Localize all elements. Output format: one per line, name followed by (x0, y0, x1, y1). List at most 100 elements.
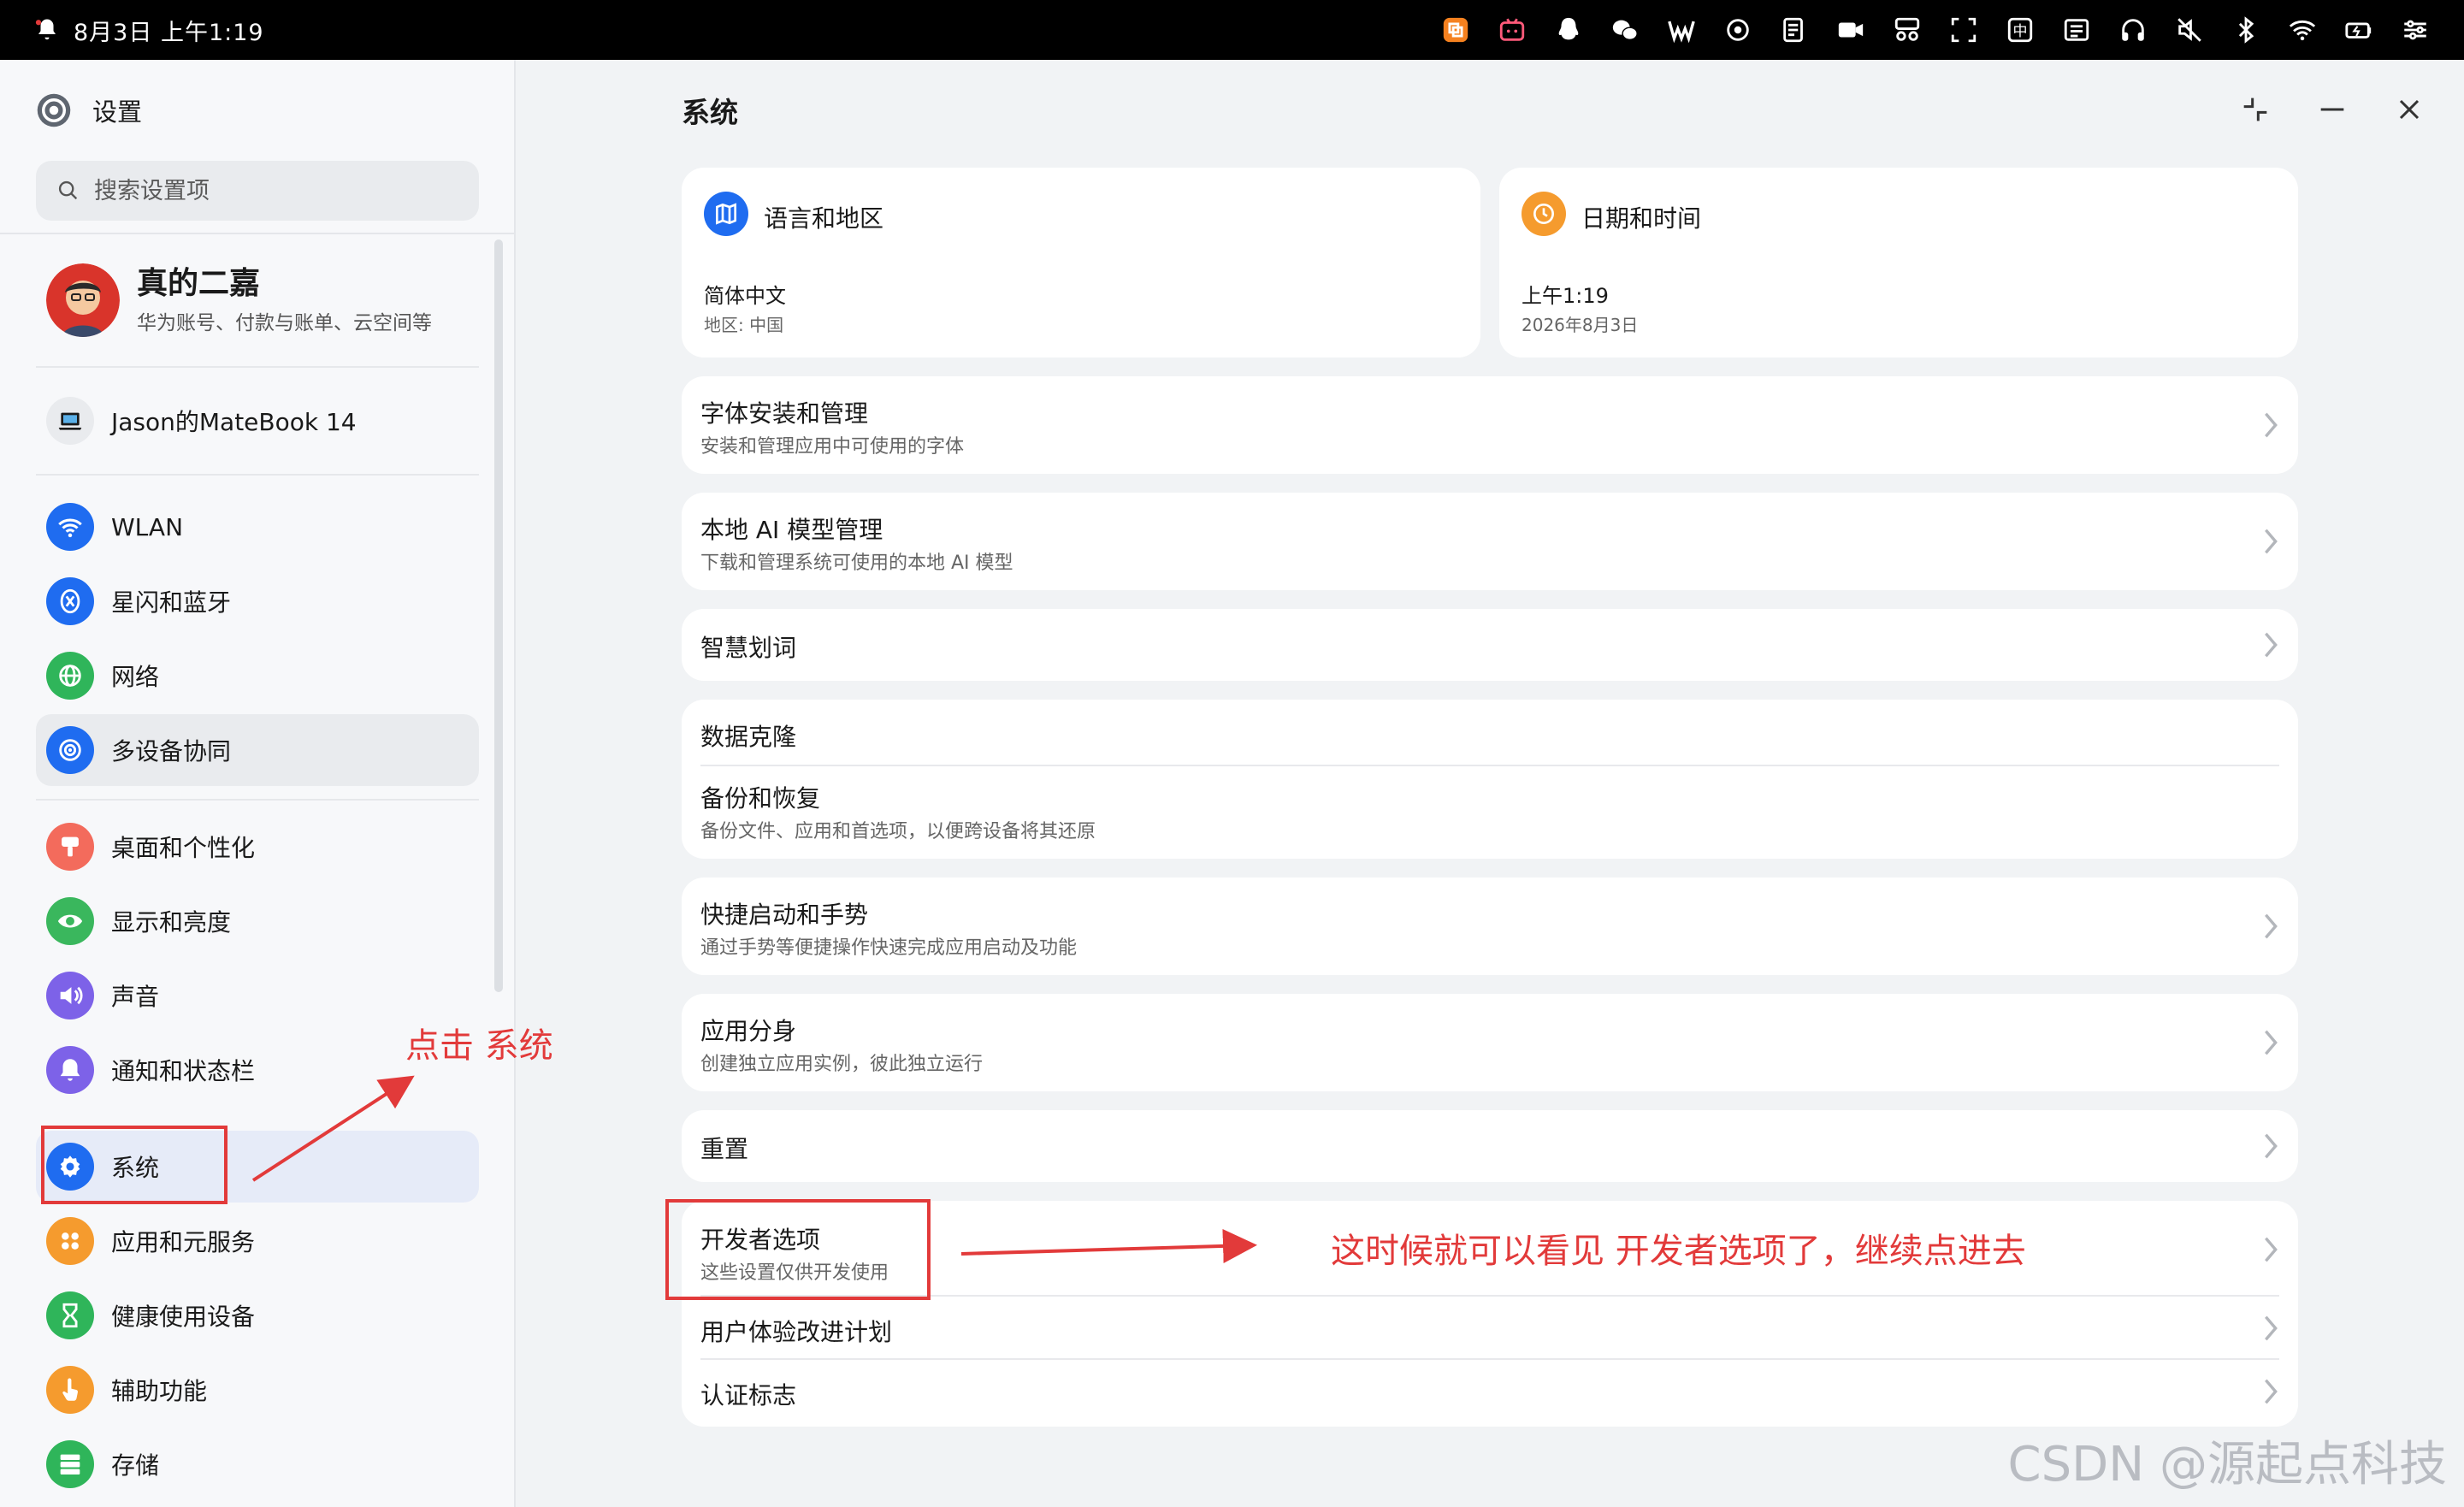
sidebar-item-health[interactable]: 健康使用设备 (36, 1279, 479, 1351)
sidebar-item-label: 多设备协同 (111, 737, 232, 765)
language-value: 简体中文 (704, 284, 786, 308)
search-icon (58, 180, 78, 200)
sidebar-item-display[interactable]: 显示和亮度 (36, 885, 479, 957)
gestures-title: 快捷启动和手势 (700, 901, 869, 929)
gestures-row[interactable]: 快捷启动和手势 通过手势等便捷操作快速完成应用启动及功能 (682, 878, 2298, 975)
mute-icon[interactable] (2175, 15, 2204, 44)
video-icon[interactable] (1836, 15, 1865, 44)
data-group-card: 数据克隆 备份和恢复 备份文件、应用和首选项，以便跨设备将其还原 (682, 700, 2298, 859)
account-entry[interactable]: 真的二嘉 华为账号、付款与账单、云空间等 (46, 263, 432, 337)
wifi-icon (46, 503, 94, 551)
sidebar-item-multi-device[interactable]: 多设备协同 (36, 714, 479, 786)
restore-window-icon[interactable] (2238, 92, 2272, 127)
sidebar-item-label: 存储 (111, 1451, 160, 1480)
qq-icon[interactable] (1554, 15, 1583, 44)
globe-icon (46, 652, 94, 700)
certification-title: 认证标志 (700, 1381, 797, 1409)
backup-title[interactable]: 备份和恢复 (700, 780, 820, 814)
sidebar-item-wlan[interactable]: WLAN (36, 491, 479, 563)
screenshot-icon[interactable] (1949, 15, 1978, 44)
app-header: 设置 (36, 92, 142, 128)
ai-model-title: 本地 AI 模型管理 (700, 516, 883, 544)
sidebar-item-label: 辅助功能 (111, 1377, 208, 1405)
bluetooth-icon[interactable] (2231, 15, 2260, 44)
sidebar-item-personalization[interactable]: 桌面和个性化 (36, 811, 479, 883)
device-label: Jason的MateBook 14 (111, 408, 357, 436)
sidebar-item-accessibility[interactable]: 辅助功能 (36, 1354, 479, 1426)
sidebar-divider (0, 233, 514, 234)
date-time-title: 日期和时间 (1581, 204, 1702, 233)
chevron-right-icon (2265, 1315, 2278, 1341)
ux-plan-row[interactable]: 用户体验改进计划 (682, 1297, 2298, 1358)
wps-icon[interactable] (1667, 15, 1696, 44)
scissors-icon[interactable] (1893, 15, 1922, 44)
chevron-right-icon (2265, 632, 2278, 658)
app-twin-sub: 创建独立应用实例，彼此独立运行 (700, 1054, 984, 1075)
minimize-window-icon[interactable] (2315, 92, 2349, 127)
certification-row[interactable]: 认证标志 (682, 1360, 2298, 1425)
status-bar: 8月3日 上午1:19 中 (0, 0, 2464, 60)
map-icon (704, 192, 748, 236)
sidebar-item-label: 星闪和蓝牙 (111, 588, 232, 617)
ai-model-row[interactable]: 本地 AI 模型管理 下载和管理系统可使用的本地 AI 模型 (682, 493, 2298, 590)
fonts-row[interactable]: 字体安装和管理 安装和管理应用中可使用的字体 (682, 376, 2298, 474)
chevron-right-icon (2265, 913, 2278, 939)
wifi-icon[interactable] (2288, 15, 2317, 44)
sidebar-item-network[interactable]: 网络 (36, 640, 479, 712)
smart-words-row[interactable]: 智慧划词 (682, 609, 2298, 681)
controls-icon[interactable] (2401, 15, 2430, 44)
settings-sync-icon[interactable] (1723, 15, 1752, 44)
search-box[interactable] (36, 161, 479, 221)
sidebar-scrollbar[interactable] (494, 239, 503, 992)
app-twin-title: 应用分身 (700, 1017, 797, 1045)
wps-office-icon[interactable] (1441, 15, 1470, 44)
wechat-icon[interactable] (1610, 15, 1640, 44)
chevron-right-icon (2265, 529, 2278, 554)
system-tray: 中 (1441, 0, 2430, 60)
annotation-click-system: 点击 系统 (405, 1026, 553, 1066)
gestures-sub: 通过手势等便捷操作快速完成应用启动及功能 (700, 937, 1078, 959)
laptop-icon (46, 397, 94, 445)
sidebar-item-label: 应用和元服务 (111, 1228, 256, 1256)
bell-icon (46, 1046, 94, 1094)
data-clone-row[interactable]: 数据克隆 (700, 718, 796, 753)
device-entry[interactable]: Jason的MateBook 14 (46, 397, 357, 445)
clock-icon (1522, 192, 1566, 236)
headphones-icon[interactable] (2118, 15, 2148, 44)
sidebar-item-bluetooth[interactable]: 星闪和蓝牙 (36, 565, 479, 637)
annotation-see-developer: 这时候就可以看见 开发者选项了，继续点进去 (1331, 1232, 2026, 1271)
sidebar-item-storage[interactable]: 存储 (36, 1428, 479, 1500)
sidebar-separator (36, 366, 479, 368)
sidebar-item-label: 显示和亮度 (111, 908, 232, 937)
notification-bell-icon[interactable] (34, 17, 60, 43)
close-window-icon[interactable] (2392, 92, 2426, 127)
sidebar-separator (36, 799, 479, 801)
date-time-card[interactable]: 日期和时间 上午1:19 2026年8月3日 (1499, 168, 2298, 358)
watermark: CSDN @源起点科技 (2007, 1437, 2447, 1492)
chevron-right-icon (2265, 1030, 2278, 1055)
date-value: 2026年8月3日 (1522, 315, 1639, 335)
annotation-box-developer (665, 1199, 931, 1300)
input-method-icon[interactable]: 中 (2006, 15, 2035, 44)
battery-icon[interactable] (2344, 15, 2373, 44)
notes-icon[interactable] (1780, 15, 1809, 44)
task-list-icon[interactable] (2062, 15, 2091, 44)
speaker-icon (46, 972, 94, 1019)
sidebar-item-label: 健康使用设备 (111, 1303, 256, 1331)
language-region-title: 语言和地区 (764, 204, 884, 233)
sidebar-item-label: 网络 (111, 663, 160, 691)
smart-words-title: 智慧划词 (700, 634, 797, 662)
sidebar-separator (36, 474, 479, 476)
search-input[interactable] (92, 176, 472, 205)
reset-row[interactable]: 重置 (682, 1110, 2298, 1182)
settings-app-icon (37, 93, 71, 127)
sidebar-item-apps[interactable]: 应用和元服务 (36, 1205, 479, 1277)
ai-model-sub: 下载和管理系统可使用的本地 AI 模型 (700, 553, 1013, 574)
account-name: 真的二嘉 (137, 266, 261, 301)
language-region-card[interactable]: 语言和地区 简体中文 地区: 中国 (682, 168, 1480, 358)
sidebar-item-label: WLAN (111, 512, 184, 541)
sidebar-item-label: 桌面和个性化 (111, 834, 256, 862)
app-twin-row[interactable]: 应用分身 创建独立应用实例，彼此独立运行 (682, 994, 2298, 1091)
bluetooth-icon (46, 577, 94, 625)
bilibili-icon[interactable] (1498, 15, 1527, 44)
